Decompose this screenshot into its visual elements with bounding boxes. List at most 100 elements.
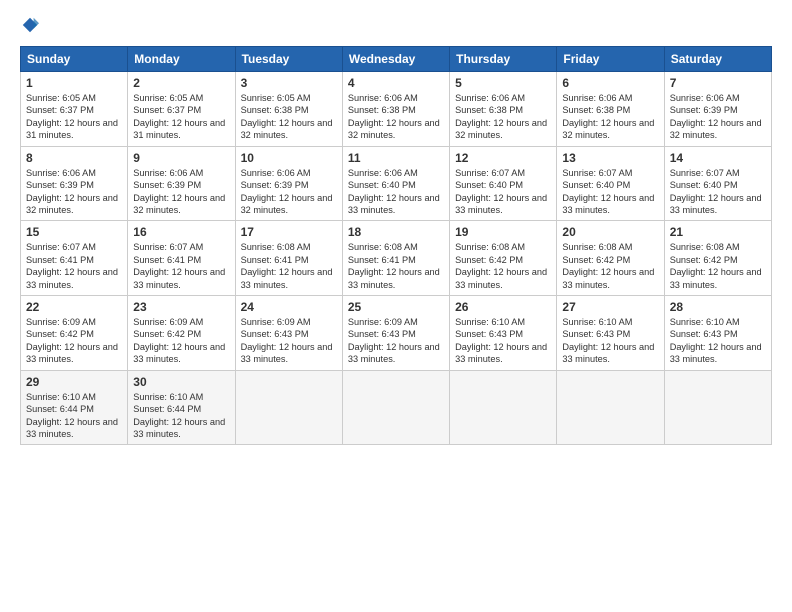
calendar-cell: 22 Sunrise: 6:09 AMSunset: 6:42 PMDaylig… [21, 296, 128, 371]
week-row-4: 22 Sunrise: 6:09 AMSunset: 6:42 PMDaylig… [21, 296, 772, 371]
calendar-cell: 17 Sunrise: 6:08 AMSunset: 6:41 PMDaylig… [235, 221, 342, 296]
day-header-friday: Friday [557, 47, 664, 72]
day-number: 1 [26, 76, 122, 90]
week-row-1: 1 Sunrise: 6:05 AMSunset: 6:37 PMDayligh… [21, 72, 772, 147]
calendar-cell: 21 Sunrise: 6:08 AMSunset: 6:42 PMDaylig… [664, 221, 771, 296]
calendar-cell: 15 Sunrise: 6:07 AMSunset: 6:41 PMDaylig… [21, 221, 128, 296]
cell-info: Sunrise: 6:10 AMSunset: 6:44 PMDaylight:… [26, 391, 122, 441]
day-number: 16 [133, 225, 229, 239]
day-header-tuesday: Tuesday [235, 47, 342, 72]
cell-info: Sunrise: 6:07 AMSunset: 6:40 PMDaylight:… [562, 167, 658, 217]
day-number: 24 [241, 300, 337, 314]
cell-info: Sunrise: 6:06 AMSunset: 6:39 PMDaylight:… [670, 92, 766, 142]
calendar-cell: 4 Sunrise: 6:06 AMSunset: 6:38 PMDayligh… [342, 72, 449, 147]
day-header-monday: Monday [128, 47, 235, 72]
day-number: 14 [670, 151, 766, 165]
cell-info: Sunrise: 6:06 AMSunset: 6:38 PMDaylight:… [348, 92, 444, 142]
page: SundayMondayTuesdayWednesdayThursdayFrid… [0, 0, 792, 612]
calendar-cell: 24 Sunrise: 6:09 AMSunset: 6:43 PMDaylig… [235, 296, 342, 371]
day-number: 23 [133, 300, 229, 314]
day-number: 6 [562, 76, 658, 90]
day-number: 13 [562, 151, 658, 165]
cell-info: Sunrise: 6:05 AMSunset: 6:38 PMDaylight:… [241, 92, 337, 142]
day-number: 9 [133, 151, 229, 165]
day-number: 26 [455, 300, 551, 314]
calendar-cell: 14 Sunrise: 6:07 AMSunset: 6:40 PMDaylig… [664, 146, 771, 221]
days-header-row: SundayMondayTuesdayWednesdayThursdayFrid… [21, 47, 772, 72]
day-number: 5 [455, 76, 551, 90]
calendar-cell: 7 Sunrise: 6:06 AMSunset: 6:39 PMDayligh… [664, 72, 771, 147]
cell-info: Sunrise: 6:08 AMSunset: 6:42 PMDaylight:… [455, 241, 551, 291]
calendar-cell [235, 370, 342, 445]
header [20, 16, 772, 34]
day-number: 21 [670, 225, 766, 239]
calendar-cell: 29 Sunrise: 6:10 AMSunset: 6:44 PMDaylig… [21, 370, 128, 445]
day-number: 25 [348, 300, 444, 314]
calendar-cell: 3 Sunrise: 6:05 AMSunset: 6:38 PMDayligh… [235, 72, 342, 147]
day-number: 4 [348, 76, 444, 90]
cell-info: Sunrise: 6:07 AMSunset: 6:41 PMDaylight:… [26, 241, 122, 291]
calendar-cell [342, 370, 449, 445]
cell-info: Sunrise: 6:06 AMSunset: 6:39 PMDaylight:… [241, 167, 337, 217]
day-number: 19 [455, 225, 551, 239]
calendar-cell: 30 Sunrise: 6:10 AMSunset: 6:44 PMDaylig… [128, 370, 235, 445]
cell-info: Sunrise: 6:10 AMSunset: 6:43 PMDaylight:… [455, 316, 551, 366]
cell-info: Sunrise: 6:09 AMSunset: 6:43 PMDaylight:… [241, 316, 337, 366]
cell-info: Sunrise: 6:06 AMSunset: 6:38 PMDaylight:… [455, 92, 551, 142]
day-number: 15 [26, 225, 122, 239]
day-header-sunday: Sunday [21, 47, 128, 72]
day-header-saturday: Saturday [664, 47, 771, 72]
day-number: 3 [241, 76, 337, 90]
day-number: 8 [26, 151, 122, 165]
week-row-3: 15 Sunrise: 6:07 AMSunset: 6:41 PMDaylig… [21, 221, 772, 296]
calendar-cell: 5 Sunrise: 6:06 AMSunset: 6:38 PMDayligh… [450, 72, 557, 147]
day-number: 12 [455, 151, 551, 165]
day-header-thursday: Thursday [450, 47, 557, 72]
day-number: 27 [562, 300, 658, 314]
cell-info: Sunrise: 6:06 AMSunset: 6:39 PMDaylight:… [26, 167, 122, 217]
cell-info: Sunrise: 6:10 AMSunset: 6:43 PMDaylight:… [562, 316, 658, 366]
calendar-cell: 19 Sunrise: 6:08 AMSunset: 6:42 PMDaylig… [450, 221, 557, 296]
cell-info: Sunrise: 6:05 AMSunset: 6:37 PMDaylight:… [133, 92, 229, 142]
day-header-wednesday: Wednesday [342, 47, 449, 72]
cell-info: Sunrise: 6:07 AMSunset: 6:40 PMDaylight:… [455, 167, 551, 217]
cell-info: Sunrise: 6:08 AMSunset: 6:42 PMDaylight:… [670, 241, 766, 291]
calendar-cell: 2 Sunrise: 6:05 AMSunset: 6:37 PMDayligh… [128, 72, 235, 147]
calendar-cell: 20 Sunrise: 6:08 AMSunset: 6:42 PMDaylig… [557, 221, 664, 296]
cell-info: Sunrise: 6:09 AMSunset: 6:42 PMDaylight:… [26, 316, 122, 366]
week-row-5: 29 Sunrise: 6:10 AMSunset: 6:44 PMDaylig… [21, 370, 772, 445]
calendar-cell [450, 370, 557, 445]
calendar-cell: 12 Sunrise: 6:07 AMSunset: 6:40 PMDaylig… [450, 146, 557, 221]
calendar-cell: 8 Sunrise: 6:06 AMSunset: 6:39 PMDayligh… [21, 146, 128, 221]
calendar-table: SundayMondayTuesdayWednesdayThursdayFrid… [20, 46, 772, 445]
calendar-cell: 9 Sunrise: 6:06 AMSunset: 6:39 PMDayligh… [128, 146, 235, 221]
calendar-cell: 1 Sunrise: 6:05 AMSunset: 6:37 PMDayligh… [21, 72, 128, 147]
cell-info: Sunrise: 6:10 AMSunset: 6:44 PMDaylight:… [133, 391, 229, 441]
cell-info: Sunrise: 6:06 AMSunset: 6:39 PMDaylight:… [133, 167, 229, 217]
calendar-cell: 11 Sunrise: 6:06 AMSunset: 6:40 PMDaylig… [342, 146, 449, 221]
logo [20, 16, 40, 34]
day-number: 7 [670, 76, 766, 90]
calendar-cell [557, 370, 664, 445]
day-number: 10 [241, 151, 337, 165]
calendar-cell: 26 Sunrise: 6:10 AMSunset: 6:43 PMDaylig… [450, 296, 557, 371]
cell-info: Sunrise: 6:08 AMSunset: 6:42 PMDaylight:… [562, 241, 658, 291]
calendar-cell [664, 370, 771, 445]
day-number: 29 [26, 375, 122, 389]
calendar-cell: 16 Sunrise: 6:07 AMSunset: 6:41 PMDaylig… [128, 221, 235, 296]
cell-info: Sunrise: 6:09 AMSunset: 6:42 PMDaylight:… [133, 316, 229, 366]
day-number: 30 [133, 375, 229, 389]
calendar-cell: 10 Sunrise: 6:06 AMSunset: 6:39 PMDaylig… [235, 146, 342, 221]
calendar-cell: 28 Sunrise: 6:10 AMSunset: 6:43 PMDaylig… [664, 296, 771, 371]
day-number: 17 [241, 225, 337, 239]
calendar-cell: 13 Sunrise: 6:07 AMSunset: 6:40 PMDaylig… [557, 146, 664, 221]
day-number: 18 [348, 225, 444, 239]
cell-info: Sunrise: 6:08 AMSunset: 6:41 PMDaylight:… [348, 241, 444, 291]
week-row-2: 8 Sunrise: 6:06 AMSunset: 6:39 PMDayligh… [21, 146, 772, 221]
cell-info: Sunrise: 6:05 AMSunset: 6:37 PMDaylight:… [26, 92, 122, 142]
cell-info: Sunrise: 6:07 AMSunset: 6:41 PMDaylight:… [133, 241, 229, 291]
cell-info: Sunrise: 6:06 AMSunset: 6:38 PMDaylight:… [562, 92, 658, 142]
cell-info: Sunrise: 6:08 AMSunset: 6:41 PMDaylight:… [241, 241, 337, 291]
calendar-cell: 27 Sunrise: 6:10 AMSunset: 6:43 PMDaylig… [557, 296, 664, 371]
day-number: 20 [562, 225, 658, 239]
